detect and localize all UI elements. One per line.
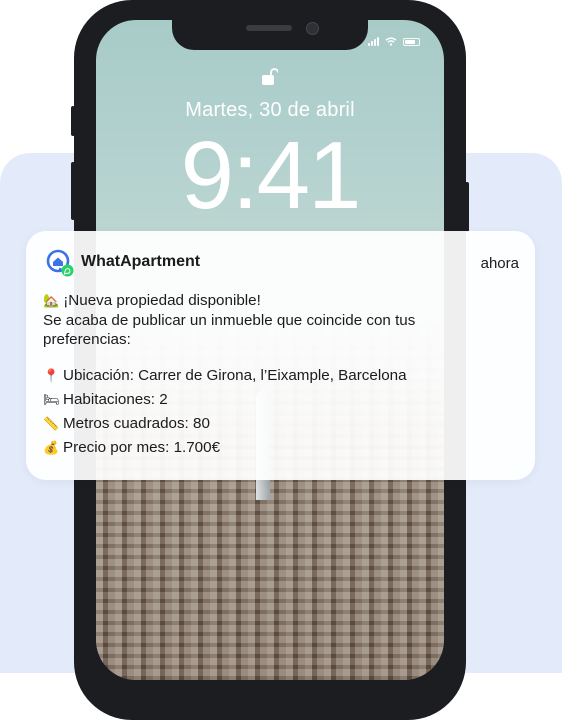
speaker-grille — [246, 25, 292, 31]
pin-icon: 📍 — [43, 367, 60, 383]
whatapartment-app-icon — [46, 249, 74, 277]
status-bar — [368, 37, 420, 46]
detail-location: 📍 Ubicación: Carrer de Girona, l’Eixampl… — [43, 364, 513, 388]
detail-text: Metros cuadrados: 80 — [63, 414, 210, 432]
message-line-1: Se acaba de publicar un inmueble que coi… — [43, 311, 416, 329]
volume-button — [71, 162, 75, 220]
power-button — [465, 182, 469, 232]
silent-switch — [71, 106, 75, 136]
detail-text: Precio por mes: 1.700€ — [63, 438, 221, 456]
cellular-signal-icon — [368, 37, 379, 46]
detail-text: Habitaciones: 2 — [63, 390, 168, 408]
whatsapp-badge-icon — [61, 264, 74, 277]
headline-row: 🏡 ¡Nueva propiedad disponible! — [43, 291, 513, 311]
unlocked-padlock-icon — [262, 68, 278, 85]
money-bag-icon: 💰 — [43, 439, 60, 455]
lockscreen-time: 9:41 — [180, 122, 362, 229]
house-with-garden-icon: 🏡 — [43, 293, 60, 308]
bed-icon: 🛏 — [43, 391, 60, 407]
detail-text: Ubicación: Carrer de Girona, l’Eixample,… — [63, 366, 407, 384]
detail-rooms: 🛏 Habitaciones: 2 — [43, 388, 513, 412]
push-notification[interactable]: WhatApartment ahora 🏡 ¡Nueva propiedad d… — [26, 231, 535, 480]
notification-time: ahora — [480, 255, 519, 272]
app-name: WhatApartment — [81, 253, 201, 270]
headline-text: ¡Nueva propiedad disponible! — [63, 292, 261, 309]
ruler-icon: 📏 — [43, 415, 60, 431]
notification-body: 🏡 ¡Nueva propiedad disponible! Se acaba … — [43, 291, 513, 460]
detail-area: 📏 Metros cuadrados: 80 — [43, 412, 513, 436]
lockscreen-date: Martes, 30 de abril — [185, 99, 355, 121]
message-line-2: preferencias: — [43, 331, 131, 348]
wifi-icon — [385, 37, 397, 46]
detail-price: 💰 Precio por mes: 1.700€ — [43, 436, 513, 460]
battery-icon — [403, 37, 420, 46]
front-camera — [306, 22, 319, 35]
